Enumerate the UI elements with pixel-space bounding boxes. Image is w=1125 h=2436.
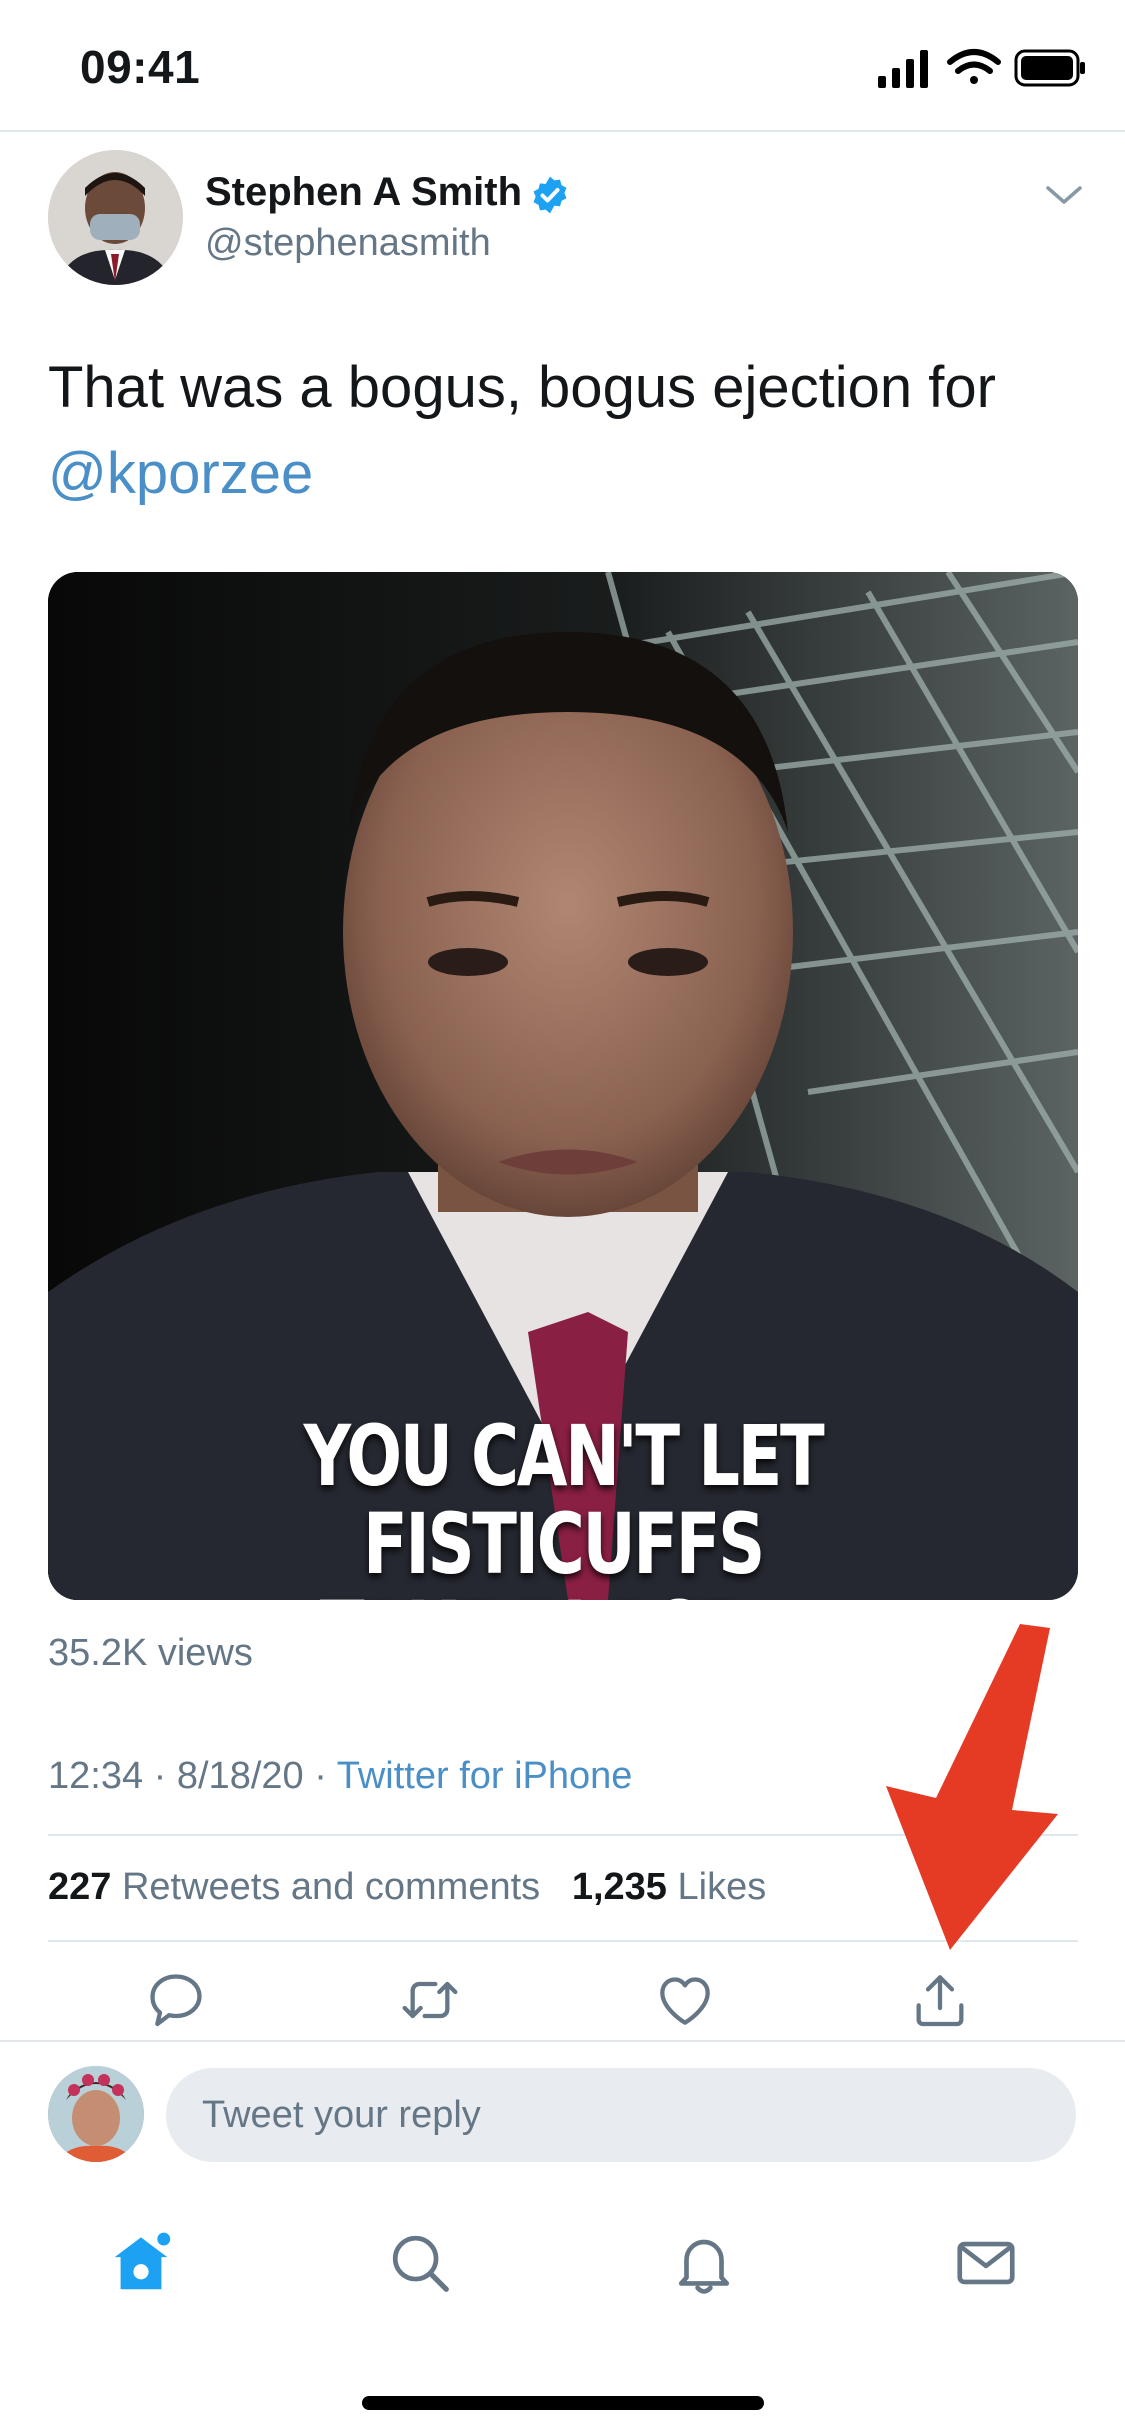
chevron-down-icon[interactable] [1044,180,1084,210]
header-divider [0,130,1125,132]
verified-badge-icon [533,176,567,214]
likes-count: 1,235 [571,1866,667,1908]
author-display-name[interactable]: Stephen A Smith [205,170,522,215]
retweets-label: Retweets and comments [121,1866,541,1908]
mail-icon[interactable] [951,2228,1021,2298]
home-icon[interactable] [106,2228,176,2298]
home-indicator [362,2396,764,2410]
retweet-icon[interactable] [398,1968,462,2032]
status-icons [878,49,1085,88]
status-time: 09:41 [80,41,201,93]
video-player[interactable]: YOU CAN'T LET FISTICUFFS TAKE PLACE... [48,572,1078,1600]
engagement-counts: 227 Retweets and comments 1,235 Likes [48,1866,766,1909]
share-icon[interactable] [908,1968,972,2032]
search-icon[interactable] [385,2228,455,2298]
heart-icon[interactable] [653,1968,717,2032]
tweet-source-link[interactable]: Twitter for iPhone [337,1755,633,1797]
view-count: 35.2K views [48,1632,253,1674]
cellular-signal-icon [878,50,928,88]
tweet-meta: 12:34 · 8/18/20 · Twitter for iPhone [48,1755,632,1798]
battery-icon [1014,49,1085,87]
video-caption-line2: TAKE PLACE... [320,1583,809,1600]
tweet-timestamp: 12:34 · 8/18/20 · [48,1755,337,1797]
retweets-count: 227 [48,1866,112,1908]
author-handle[interactable]: @stephenasmith [205,222,491,265]
likes-stat[interactable]: 1,235 Likes [572,1866,766,1908]
wifi-icon [947,49,1001,84]
tweet-body: That was a bogus, bogus ejection for [48,355,996,420]
video-caption: YOU CAN'T LET FISTICUFFS TAKE PLACE... [161,1412,964,1600]
bell-icon[interactable] [669,2228,739,2298]
likes-label: Likes [677,1866,767,1908]
divider [0,2040,1125,2042]
user-avatar[interactable] [48,2066,144,2162]
mention-link[interactable]: @kporzee [48,441,313,506]
video-caption-line1: YOU CAN'T LET FISTICUFFS [303,1407,825,1593]
tweet-text: That was a bogus, bogus ejection for @kp… [48,345,1078,517]
reply-input[interactable] [166,2068,1076,2162]
retweets-stat[interactable]: 227 Retweets and comments [48,1866,540,1908]
author-avatar[interactable] [48,150,183,285]
comment-icon[interactable] [144,1968,208,2032]
annotation-arrow [886,1624,1058,1950]
